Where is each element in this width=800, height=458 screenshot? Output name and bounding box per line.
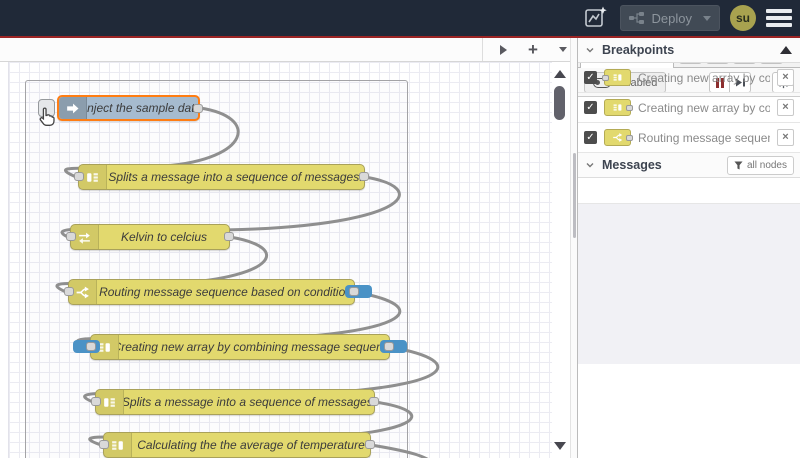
node-label: Splits a message into a sequence of mess…	[108, 170, 363, 184]
node-label: Creating new array by combining message …	[119, 340, 389, 354]
funnel-icon	[734, 161, 743, 170]
sidebar: debugger i Enabled	[577, 38, 800, 458]
breakpoints-list: ✓ Creating new array by combining message…	[578, 63, 800, 153]
flow-tabbar: +	[0, 38, 577, 62]
deploy-caret-icon[interactable]	[703, 15, 711, 21]
scroll-down-icon[interactable]	[554, 442, 566, 450]
join-node-mini-icon	[602, 69, 631, 86]
workspace: + Inject the sample data Splits a message…	[0, 38, 577, 458]
node-label: Calculating the the average of temperatu…	[137, 438, 365, 452]
deploy-icon	[628, 12, 644, 24]
main-menu-icon[interactable]	[766, 8, 792, 28]
breakpoint-row[interactable]: ✓ Creating new array by combining message…	[578, 93, 800, 123]
output-port[interactable]	[349, 287, 359, 296]
join-node-mini-icon	[604, 99, 633, 116]
flow-list-icon[interactable]	[555, 42, 571, 58]
output-port[interactable]	[384, 342, 394, 351]
output-port[interactable]	[193, 104, 203, 113]
breakpoint-label: Creating new array by combining message …	[638, 70, 770, 85]
remove-breakpoint-icon[interactable]: ×	[777, 99, 794, 116]
messages-empty-row	[578, 178, 800, 204]
output-port[interactable]	[359, 172, 369, 181]
scroll-tabs-icon[interactable]	[495, 42, 511, 58]
scrollbar-thumb[interactable]	[554, 86, 565, 120]
node-red-app: Deploy su + Inject the sample data Split…	[0, 0, 800, 458]
input-port[interactable]	[66, 232, 76, 241]
input-port[interactable]	[86, 342, 96, 351]
node-label: Inject the sample data	[87, 101, 198, 115]
flow-canvas[interactable]: Inject the sample data Splits a message i…	[0, 62, 577, 458]
mini-port	[602, 75, 609, 81]
deploy-button[interactable]: Deploy	[619, 5, 720, 31]
mini-port	[626, 135, 633, 141]
node-label: Routing message sequence based on condit…	[99, 285, 352, 299]
filter-label: all nodes	[746, 160, 787, 171]
input-port[interactable]	[99, 440, 109, 449]
header: Deploy su	[0, 0, 800, 38]
breakpoints-title: Breakpoints	[602, 43, 675, 57]
canvas-scrollbar[interactable]	[552, 62, 566, 458]
flow-node-split[interactable]: Splits a message into a sequence of mess…	[74, 164, 369, 190]
scroll-up-icon[interactable]	[554, 70, 566, 78]
breakpoint-label: Creating new array by combining message …	[638, 100, 770, 115]
add-flow-icon[interactable]: +	[525, 41, 541, 58]
splitter-thumb[interactable]	[573, 153, 576, 238]
switch-node-mini-icon	[604, 129, 633, 146]
breakpoint-row[interactable]: ✓ Routing message sequence based on condi…	[578, 123, 800, 153]
user-avatar[interactable]: su	[730, 5, 756, 31]
scroll-to-top-icon[interactable]	[780, 46, 792, 54]
sidebar-splitter[interactable]	[570, 38, 577, 458]
breakpoint-checkbox[interactable]: ✓	[584, 101, 597, 114]
collapse-chevron-icon	[586, 48, 594, 53]
mini-port	[626, 105, 633, 111]
remove-breakpoint-icon[interactable]: ×	[777, 69, 794, 86]
flow-node-inject[interactable]: Inject the sample data	[38, 95, 203, 121]
remove-breakpoint-icon[interactable]: ×	[777, 129, 794, 146]
output-port[interactable]	[365, 440, 375, 449]
input-port[interactable]	[64, 287, 74, 296]
breakpoint-label: Routing message sequence based on condit…	[638, 130, 770, 145]
collapse-chevron-icon	[586, 163, 594, 168]
flow-node-join[interactable]: Creating new array by combining message …	[73, 334, 407, 360]
input-port[interactable]	[91, 397, 101, 406]
breakpoint-checkbox[interactable]: ✓	[584, 71, 597, 84]
mouse-cursor-icon	[39, 107, 55, 126]
breakpoints-section-header[interactable]: Breakpoints	[578, 38, 800, 63]
output-port[interactable]	[369, 397, 379, 406]
node-label: Splits a message into a sequence of mess…	[124, 395, 374, 409]
node-label: Kelvin to celcius	[120, 230, 208, 244]
flow-node-change[interactable]: Kelvin to celcius	[66, 224, 234, 250]
messages-empty-area	[578, 204, 800, 364]
messages-filter-button[interactable]: all nodes	[726, 156, 794, 175]
inject-node-icon	[59, 97, 87, 119]
flow-node-switch[interactable]: Routing message sequence based on condit…	[64, 279, 372, 305]
input-port[interactable]	[74, 172, 84, 181]
breakpoint-row[interactable]: ✓ Creating new array by combining message…	[578, 63, 800, 93]
flow-node-join[interactable]: Calculating the the average of temperatu…	[99, 432, 375, 458]
messages-title: Messages	[602, 158, 662, 172]
flow-node-split[interactable]: Splits a message into a sequence of mess…	[91, 389, 379, 415]
flow-tab-actions: +	[482, 38, 571, 61]
breakpoint-checkbox[interactable]: ✓	[584, 131, 597, 144]
deploy-label: Deploy	[651, 10, 692, 26]
assistant-icon[interactable]	[582, 4, 610, 32]
messages-section-header[interactable]: Messages all nodes	[578, 153, 800, 178]
output-port[interactable]	[224, 232, 234, 241]
header-actions: Deploy su	[582, 0, 792, 36]
